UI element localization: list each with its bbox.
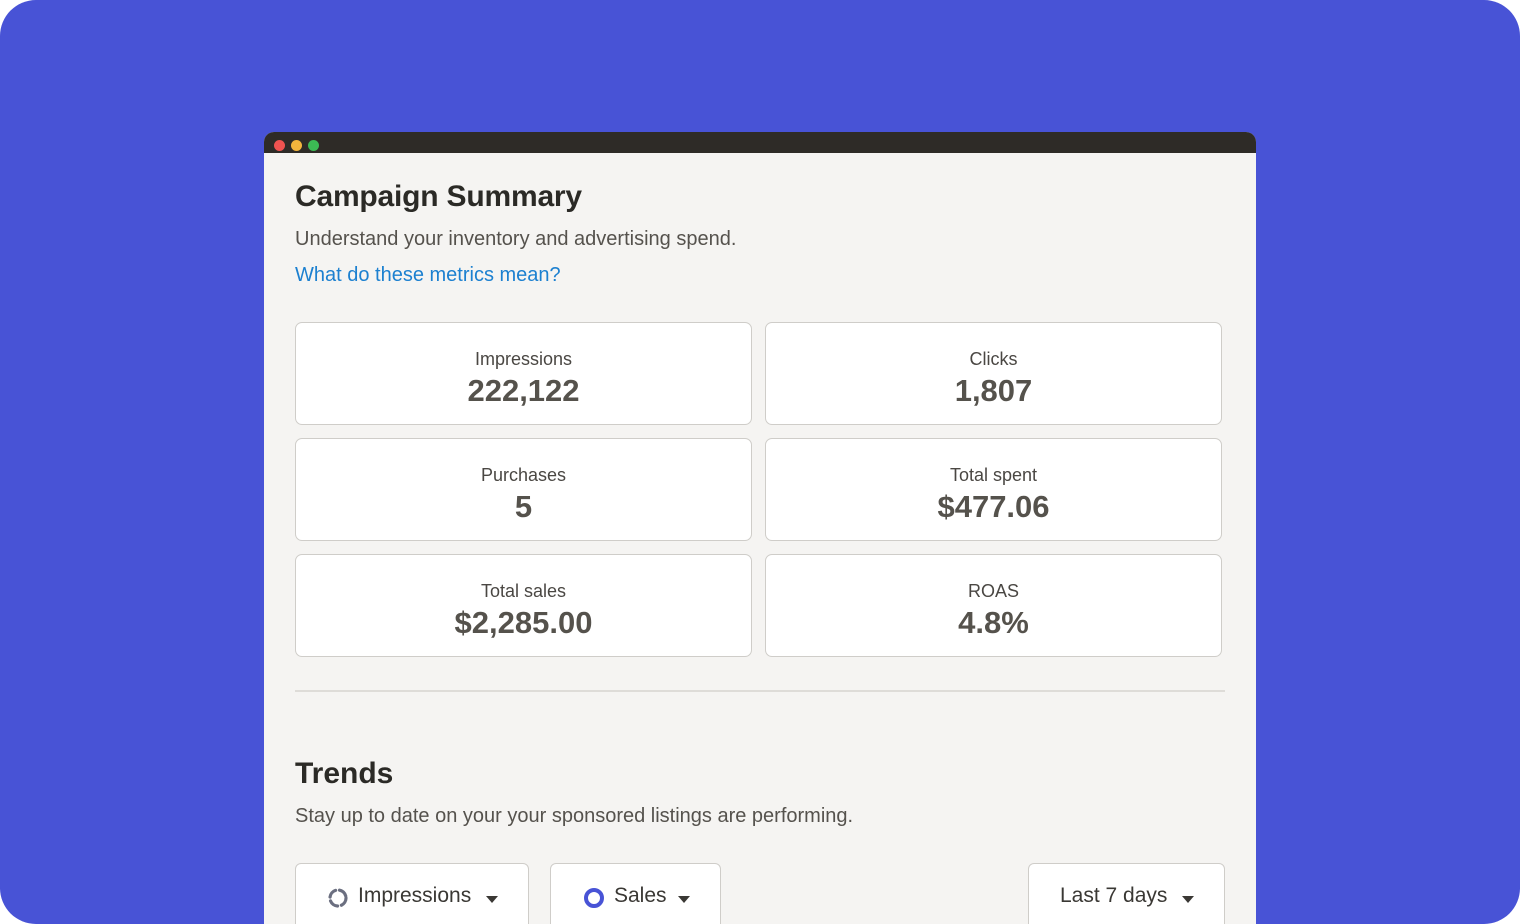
metric-label: Total sales [480,581,567,601]
metric-label: Impressions [474,349,573,369]
chevron-down-icon [678,896,690,903]
series-select-label: Sales [614,884,667,907]
metric-label: Clicks [969,349,1018,369]
metric-card-clicks: Clicks 1,807 [765,322,1222,425]
metrics-help-link[interactable]: What do these metrics mean? [295,264,561,287]
browser-window: Campaign Summary Understand your invento… [264,132,1256,924]
metric-select-dropdown[interactable]: Impressions [295,863,529,924]
dashed-ring-icon [328,888,348,908]
metric-value: $2,285.00 [454,605,593,640]
ring-icon [584,888,604,908]
metric-card-total-spent: Total spent $477.06 [765,438,1222,541]
date-range-label: Last 7 days [1060,884,1168,907]
metric-card-roas: ROAS 4.8% [765,554,1222,657]
minimize-window-dot[interactable] [291,140,302,151]
metric-card-purchases: Purchases 5 [295,438,752,541]
trends-title: Trends [295,757,394,790]
page-subtitle: Understand your inventory and advertisin… [295,228,737,250]
date-range-dropdown[interactable]: Last 7 days [1028,863,1225,924]
series-select-dropdown[interactable]: Sales [550,863,721,924]
metric-label: ROAS [967,581,1019,601]
metric-value: 222,122 [467,373,580,408]
page-title: Campaign Summary [295,180,582,213]
metric-label: Total spent [949,465,1038,485]
metric-card-impressions: Impressions 222,122 [295,322,752,425]
page-background: Campaign Summary Understand your invento… [0,0,1520,924]
close-window-dot[interactable] [274,140,285,151]
metric-value: 4.8% [958,605,1029,640]
metric-card-total-sales: Total sales $2,285.00 [295,554,752,657]
metric-value: 1,807 [954,373,1033,408]
metric-label: Purchases [480,465,567,485]
metric-select-label: Impressions [358,884,472,907]
chevron-down-icon [1182,896,1194,903]
section-divider [295,690,1225,692]
metric-value: 5 [514,489,533,524]
trends-subtitle: Stay up to date on your your sponsored l… [295,805,854,827]
chevron-down-icon [486,896,498,903]
metric-value: $477.06 [937,489,1050,524]
maximize-window-dot[interactable] [308,140,319,151]
window-titlebar [264,132,1256,153]
